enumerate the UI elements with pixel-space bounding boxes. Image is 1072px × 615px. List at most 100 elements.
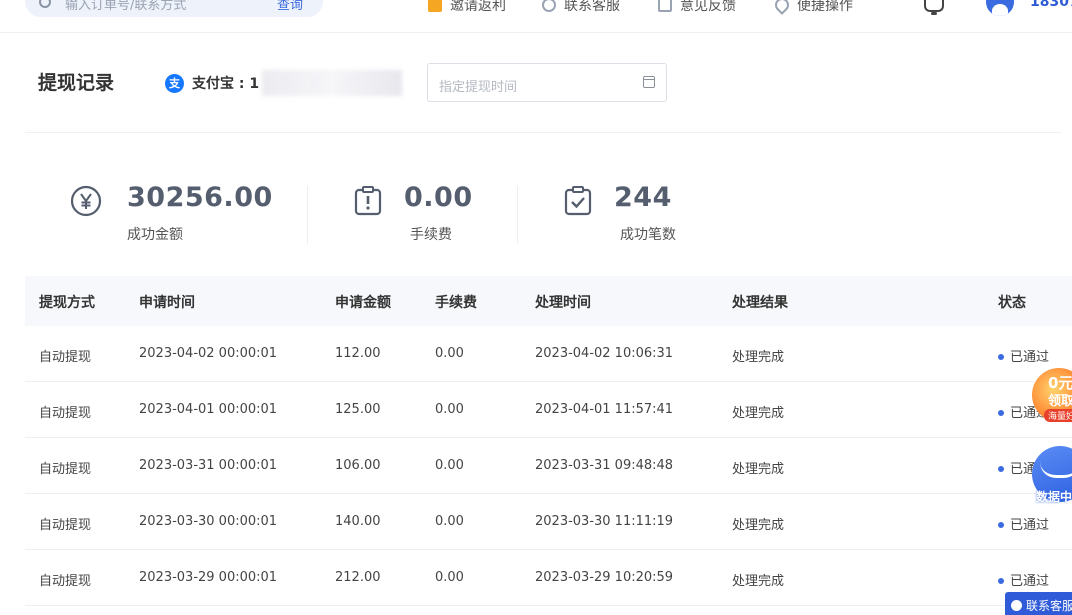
top-bar: 输入订单号/联系方式 查询 邀请返利 联系客服 意见反馈 便捷操作 18307 (0, 0, 1072, 33)
promo-line-3: 海量好 (1044, 409, 1072, 422)
alipay-account: 支 支付宝 : 1 (165, 73, 259, 93)
col-fee: 手续费 (435, 295, 477, 311)
cell-process-time: 2023-03-29 10:20:59 (535, 570, 674, 585)
page-title: 提现记录 (38, 72, 115, 94)
nav-shortcuts-label: 便捷操作 (797, 0, 853, 14)
status-text: 已通过 (1010, 350, 1050, 365)
cell-result: 处理完成 (732, 574, 785, 589)
cell-method: 自动提现 (39, 574, 92, 589)
cell-apply-time: 2023-03-31 00:00:01 (139, 458, 278, 473)
cell-status: 已通过 (998, 346, 1049, 365)
cell-fee: 0.00 (435, 570, 464, 585)
table-row: 自动提现 2023-03-30 00:00:01 140.00 0.00 202… (25, 494, 1072, 550)
stat-divider (517, 186, 518, 244)
cell-method: 自动提现 (39, 518, 92, 533)
customer-service-label: 联系客服 (1026, 599, 1072, 613)
cell-method: 自动提现 (39, 350, 92, 365)
cell-apply-time: 2023-04-02 00:00:01 (139, 346, 278, 361)
cell-result: 处理完成 (732, 518, 785, 533)
cell-amount: 112.00 (335, 346, 381, 361)
cell-process-time: 2023-03-31 09:48:48 (535, 458, 674, 473)
cell-result: 处理完成 (732, 350, 785, 365)
user-id[interactable]: 18307 (1030, 0, 1072, 10)
avatar[interactable] (986, 0, 1014, 16)
status-dot-icon (998, 465, 1004, 472)
cell-apply-time: 2023-03-29 00:00:01 (139, 570, 278, 585)
stat-value: 0.00 (404, 182, 473, 213)
redacted-account-mask (262, 70, 402, 96)
search-button[interactable]: 查询 (277, 0, 303, 13)
gift-icon (428, 0, 442, 12)
free-promo-badge[interactable]: 0元 领取 海量好 (1026, 368, 1072, 426)
nav-support[interactable]: 联系客服 (542, 0, 620, 15)
cell-amount: 106.00 (335, 458, 381, 473)
stat-value: 30256.00 (127, 182, 273, 213)
nav-shortcuts[interactable]: 便捷操作 (772, 0, 853, 15)
cell-status: 已通过 (998, 514, 1049, 533)
table-header: 提现方式 申请时间 申请金额 手续费 处理时间 处理结果 状态 (25, 276, 1072, 326)
status-dot-icon (998, 521, 1004, 528)
clipboard-check-icon (564, 186, 592, 216)
cell-process-time: 2023-03-30 11:11:19 (535, 514, 674, 529)
mail-icon (658, 0, 672, 12)
table-row: 自动提现 2023-04-01 00:00:01 125.00 0.00 202… (25, 382, 1072, 438)
yen-icon (70, 185, 102, 217)
cell-apply-time: 2023-04-01 00:00:01 (139, 402, 278, 417)
alert-box-icon (354, 186, 382, 216)
data-center-button[interactable]: 数据中 (1032, 446, 1072, 508)
status-dot-icon (998, 577, 1004, 584)
col-result: 处理结果 (732, 295, 788, 311)
cell-method: 自动提现 (39, 406, 92, 421)
alipay-account-label: 支付宝 : 1 (192, 76, 260, 92)
col-amount: 申请金额 (335, 295, 391, 311)
withdraw-date-picker[interactable]: 指定提现时间 (427, 63, 667, 102)
cell-result: 处理完成 (732, 462, 785, 477)
cell-result: 处理完成 (732, 406, 785, 421)
cell-fee: 0.00 (435, 514, 464, 529)
alipay-icon: 支 (165, 73, 184, 93)
cell-process-time: 2023-04-02 10:06:31 (535, 346, 674, 361)
cell-fee: 0.00 (435, 402, 464, 417)
stat-value: 244 (614, 182, 672, 213)
date-input[interactable]: 指定提现时间 (439, 76, 517, 95)
chat-icon (1011, 600, 1022, 611)
header-divider (25, 132, 1061, 133)
stat-label: 成功笔数 (620, 227, 676, 243)
cell-amount: 125.00 (335, 402, 381, 417)
stat-label: 成功金额 (127, 227, 183, 243)
promo-line-2: 领取 (1048, 394, 1072, 409)
data-center-label: 数据中 (1036, 490, 1072, 504)
table-row: 自动提现 2023-03-29 00:00:01 212.00 0.00 202… (25, 550, 1072, 606)
status-dot-icon (998, 353, 1004, 360)
stat-divider (307, 186, 308, 244)
location-pin-icon (772, 0, 792, 15)
cell-amount: 140.00 (335, 514, 381, 529)
headset-icon (542, 0, 556, 12)
status-dot-icon (998, 409, 1004, 416)
calendar-icon[interactable] (643, 76, 655, 88)
nav-feedback-label: 意见反馈 (680, 0, 736, 14)
table-row: 自动提现 2023-04-02 00:00:01 112.00 0.00 202… (25, 326, 1072, 382)
stat-label: 手续费 (410, 227, 452, 243)
col-status: 状态 (998, 295, 1026, 311)
customer-service-tab[interactable]: 联系客服 (1005, 592, 1072, 615)
nav-invite[interactable]: 邀请返利 (428, 0, 506, 15)
search-icon (39, 0, 51, 8)
cell-status: 已通过 (998, 570, 1049, 589)
cell-apply-time: 2023-03-30 00:00:01 (139, 514, 278, 529)
cell-amount: 212.00 (335, 570, 381, 585)
cell-fee: 0.00 (435, 346, 464, 361)
col-apply-time: 申请时间 (139, 295, 195, 311)
cell-process-time: 2023-04-01 11:57:41 (535, 402, 674, 417)
order-search-box[interactable]: 输入订单号/联系方式 查询 (25, 0, 323, 17)
search-input[interactable]: 输入订单号/联系方式 (65, 0, 186, 13)
table-row: 自动提现 2023-03-31 00:00:01 106.00 0.00 202… (25, 438, 1072, 494)
nav-invite-label: 邀请返利 (450, 0, 506, 14)
nav-support-label: 联系客服 (564, 0, 620, 14)
cell-method: 自动提现 (39, 462, 92, 477)
col-method: 提现方式 (39, 295, 95, 311)
bell-icon[interactable] (924, 0, 944, 15)
col-process-time: 处理时间 (535, 295, 591, 311)
nav-feedback[interactable]: 意见反馈 (658, 0, 736, 15)
status-text: 已通过 (1010, 518, 1050, 533)
